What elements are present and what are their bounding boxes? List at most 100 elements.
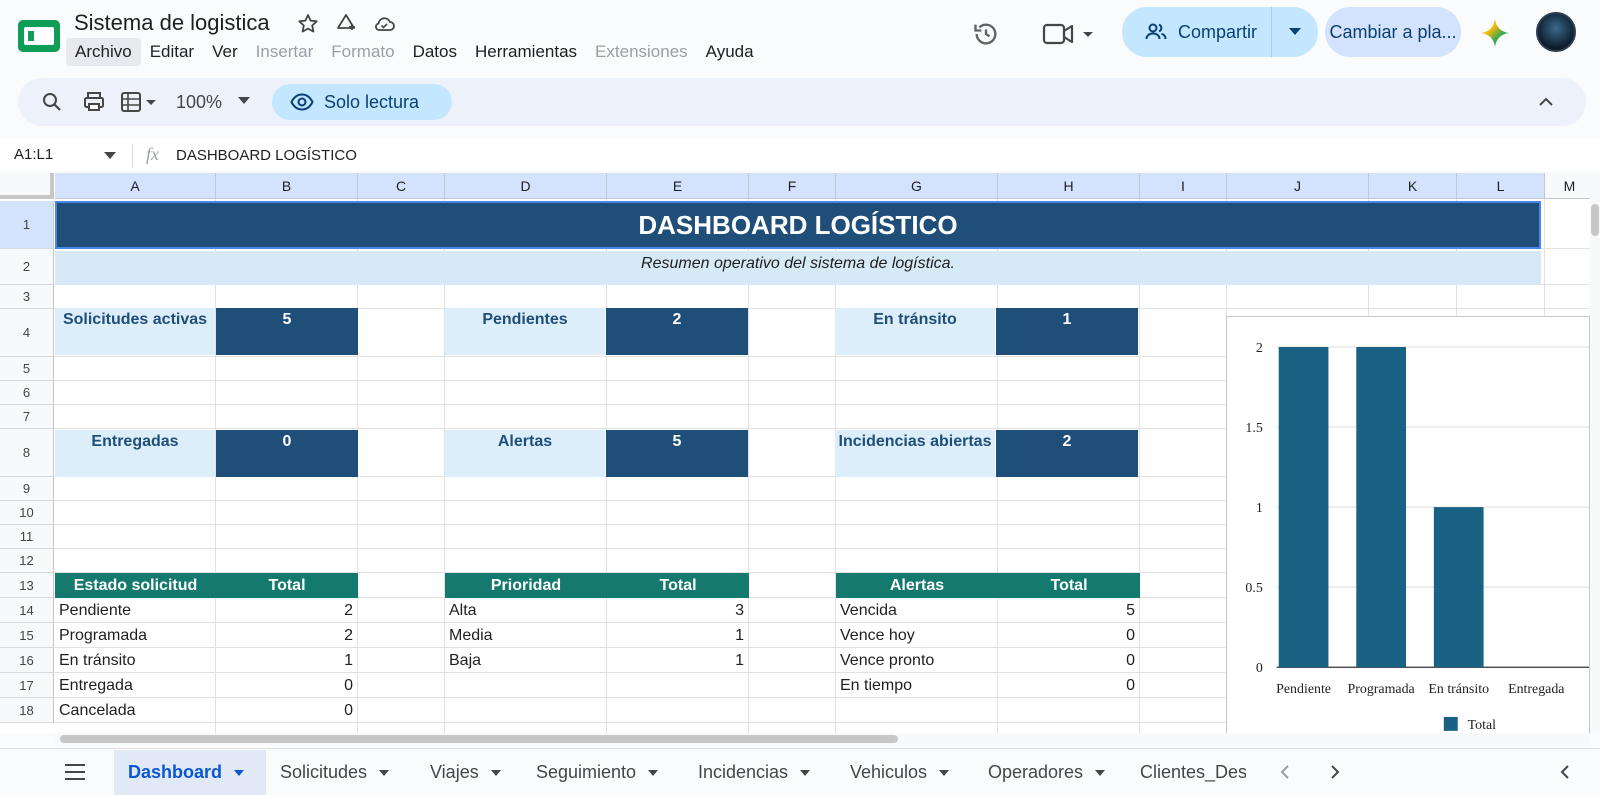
kpi-label-alertas[interactable]: Alertas xyxy=(445,430,605,477)
table-2-cell[interactable]: 0 xyxy=(1002,673,1135,698)
avatar[interactable] xyxy=(1536,12,1576,52)
kpi-label-en-transito[interactable]: En tránsito xyxy=(835,308,995,355)
dashboard-title[interactable]: DASHBOARD LOGÍSTICO xyxy=(55,201,1541,249)
sheet-tab-clientes_des[interactable]: Clientes_Des xyxy=(1126,750,1246,795)
share-button[interactable]: Compartir xyxy=(1122,7,1318,57)
row-header-5[interactable]: 5 xyxy=(0,357,54,381)
row-header-3[interactable]: 3 xyxy=(0,285,54,309)
table-1-cell[interactable]: 1 xyxy=(611,623,744,648)
kpi-label-pendientes[interactable]: Pendientes xyxy=(445,308,605,355)
formula-value[interactable]: DASHBOARD LOGÍSTICO xyxy=(176,147,357,164)
chart-bar-1[interactable] xyxy=(1356,346,1407,668)
zoom-chevron-down-icon[interactable] xyxy=(238,97,250,105)
row-header-17[interactable]: 17 xyxy=(0,673,54,698)
row-header-12[interactable]: 12 xyxy=(0,549,54,573)
cloud-saved-icon[interactable] xyxy=(372,12,396,36)
sheet-tab-incidencias[interactable]: Incidencias xyxy=(684,750,836,795)
row-header-18[interactable]: 18 xyxy=(0,698,54,723)
search-icon[interactable] xyxy=(40,90,64,114)
name-box-chevron-down-icon[interactable] xyxy=(104,152,116,160)
table-0-cell[interactable]: Pendiente xyxy=(59,598,211,623)
row-header-7[interactable]: 7 xyxy=(0,405,54,429)
column-header-k[interactable]: K xyxy=(1369,173,1457,199)
menu-formato[interactable]: Formato xyxy=(322,38,403,66)
sheet-tab-operadores[interactable]: Operadores xyxy=(974,750,1126,795)
print-icon[interactable] xyxy=(82,90,106,114)
menu-datos[interactable]: Datos xyxy=(404,38,466,66)
tab-menu-chevron-icon[interactable] xyxy=(490,769,501,776)
table-0-cell[interactable]: 0 xyxy=(220,698,353,723)
kpi-label-entregadas[interactable]: Entregadas xyxy=(55,430,215,477)
dashboard-subtitle[interactable]: Resumen operativo del sistema de logísti… xyxy=(55,251,1541,285)
row-header-11[interactable]: 11 xyxy=(0,525,54,549)
row-header-13[interactable]: 13 xyxy=(0,573,54,598)
table-0-cell[interactable]: Entregada xyxy=(59,673,211,698)
all-sheets-menu-icon[interactable] xyxy=(64,763,86,781)
menu-ver[interactable]: Ver xyxy=(203,38,247,66)
status-bar-chart[interactable]: 0 0.5 1 1.5 2 Pendiente Programada En tránsito… xyxy=(1226,316,1590,736)
kpi-label-incidencias[interactable]: Incidencias abiertas xyxy=(835,430,995,477)
column-header-m[interactable]: M xyxy=(1545,173,1590,199)
row-header-1[interactable]: 1 xyxy=(0,201,54,249)
table-2-cell[interactable]: Vence hoy xyxy=(840,623,993,648)
row-header-2[interactable]: 2 xyxy=(0,249,54,285)
column-header-j[interactable]: J xyxy=(1227,173,1369,199)
table-0-cell[interactable]: 1 xyxy=(220,648,353,673)
collapse-side-panel-icon[interactable] xyxy=(1558,764,1574,780)
table-0-cell[interactable]: 2 xyxy=(220,598,353,623)
gemini-icon[interactable] xyxy=(1480,18,1510,48)
table-2-cell[interactable]: 0 xyxy=(1002,623,1135,648)
column-header-f[interactable]: F xyxy=(749,173,836,199)
row-header-15[interactable]: 15 xyxy=(0,623,54,648)
column-header-c[interactable]: C xyxy=(358,173,445,199)
table-2-header-0[interactable]: Alertas xyxy=(836,573,998,598)
row-header-8[interactable]: 8 xyxy=(0,429,54,477)
horizontal-scroll-thumb[interactable] xyxy=(60,735,898,743)
tab-menu-chevron-icon[interactable] xyxy=(379,769,390,776)
vertical-scrollbar[interactable] xyxy=(1590,173,1600,733)
table-0-cell[interactable]: Cancelada xyxy=(59,698,211,723)
table-1-cell[interactable]: Baja xyxy=(449,648,602,673)
row-header-6[interactable]: 6 xyxy=(0,381,54,405)
sheet-tab-viajes[interactable]: Viajes xyxy=(416,750,522,795)
document-title[interactable]: Sistema de logistica xyxy=(74,10,270,36)
column-header-i[interactable]: I xyxy=(1140,173,1227,199)
zoom-level[interactable]: 100% xyxy=(176,92,222,113)
select-all-corner[interactable] xyxy=(0,173,54,199)
kpi-value-incidencias[interactable]: 2 xyxy=(996,430,1138,477)
tab-menu-chevron-icon[interactable] xyxy=(234,769,245,776)
star-icon[interactable] xyxy=(296,12,320,36)
kpi-value-pendientes[interactable]: 2 xyxy=(606,308,748,355)
view-only-chip[interactable]: Solo lectura xyxy=(272,84,452,120)
table-0-cell[interactable]: En tránsito xyxy=(59,648,211,673)
table-2-cell[interactable]: En tiempo xyxy=(840,673,993,698)
sheet-tab-dashboard[interactable]: Dashboard xyxy=(114,750,266,795)
table-2-header-1[interactable]: Total xyxy=(998,573,1140,598)
chevron-up-icon[interactable] xyxy=(1536,92,1556,112)
sheet-tab-vehiculos[interactable]: Vehiculos xyxy=(836,750,974,795)
column-header-h[interactable]: H xyxy=(998,173,1140,199)
menu-ayuda[interactable]: Ayuda xyxy=(697,38,763,66)
table-1-header-0[interactable]: Prioridad xyxy=(445,573,607,598)
tab-scroll-right-icon[interactable] xyxy=(1326,764,1342,780)
switch-to-plan-button[interactable]: Cambiar a pla... xyxy=(1325,7,1461,57)
column-header-a[interactable]: A xyxy=(55,173,216,199)
tab-scroll-left-icon[interactable] xyxy=(1278,764,1294,780)
chart-bar-0[interactable] xyxy=(1278,346,1329,668)
table-0-header-1[interactable]: Total xyxy=(216,573,358,598)
sheets-logo-icon[interactable] xyxy=(18,20,60,52)
share-dropdown[interactable] xyxy=(1272,28,1318,36)
row-header-14[interactable]: 14 xyxy=(0,598,54,623)
table-1-cell[interactable]: Media xyxy=(449,623,602,648)
tab-menu-chevron-icon[interactable] xyxy=(1095,769,1106,776)
table-2-cell[interactable]: Vence pronto xyxy=(840,648,993,673)
sheet-tab-seguimiento[interactable]: Seguimiento xyxy=(522,750,684,795)
kpi-label-solicitudes[interactable]: Solicitudes activas xyxy=(55,308,215,355)
menu-herramientas[interactable]: Herramientas xyxy=(466,38,586,66)
menu-extensiones[interactable]: Extensiones xyxy=(586,38,697,66)
menu-insertar[interactable]: Insertar xyxy=(247,38,323,66)
kpi-value-en-transito[interactable]: 1 xyxy=(996,308,1138,355)
row-header-9[interactable]: 9 xyxy=(0,477,54,501)
table-2-cell[interactable]: 5 xyxy=(1002,598,1135,623)
table-2-cell[interactable]: 0 xyxy=(1002,648,1135,673)
